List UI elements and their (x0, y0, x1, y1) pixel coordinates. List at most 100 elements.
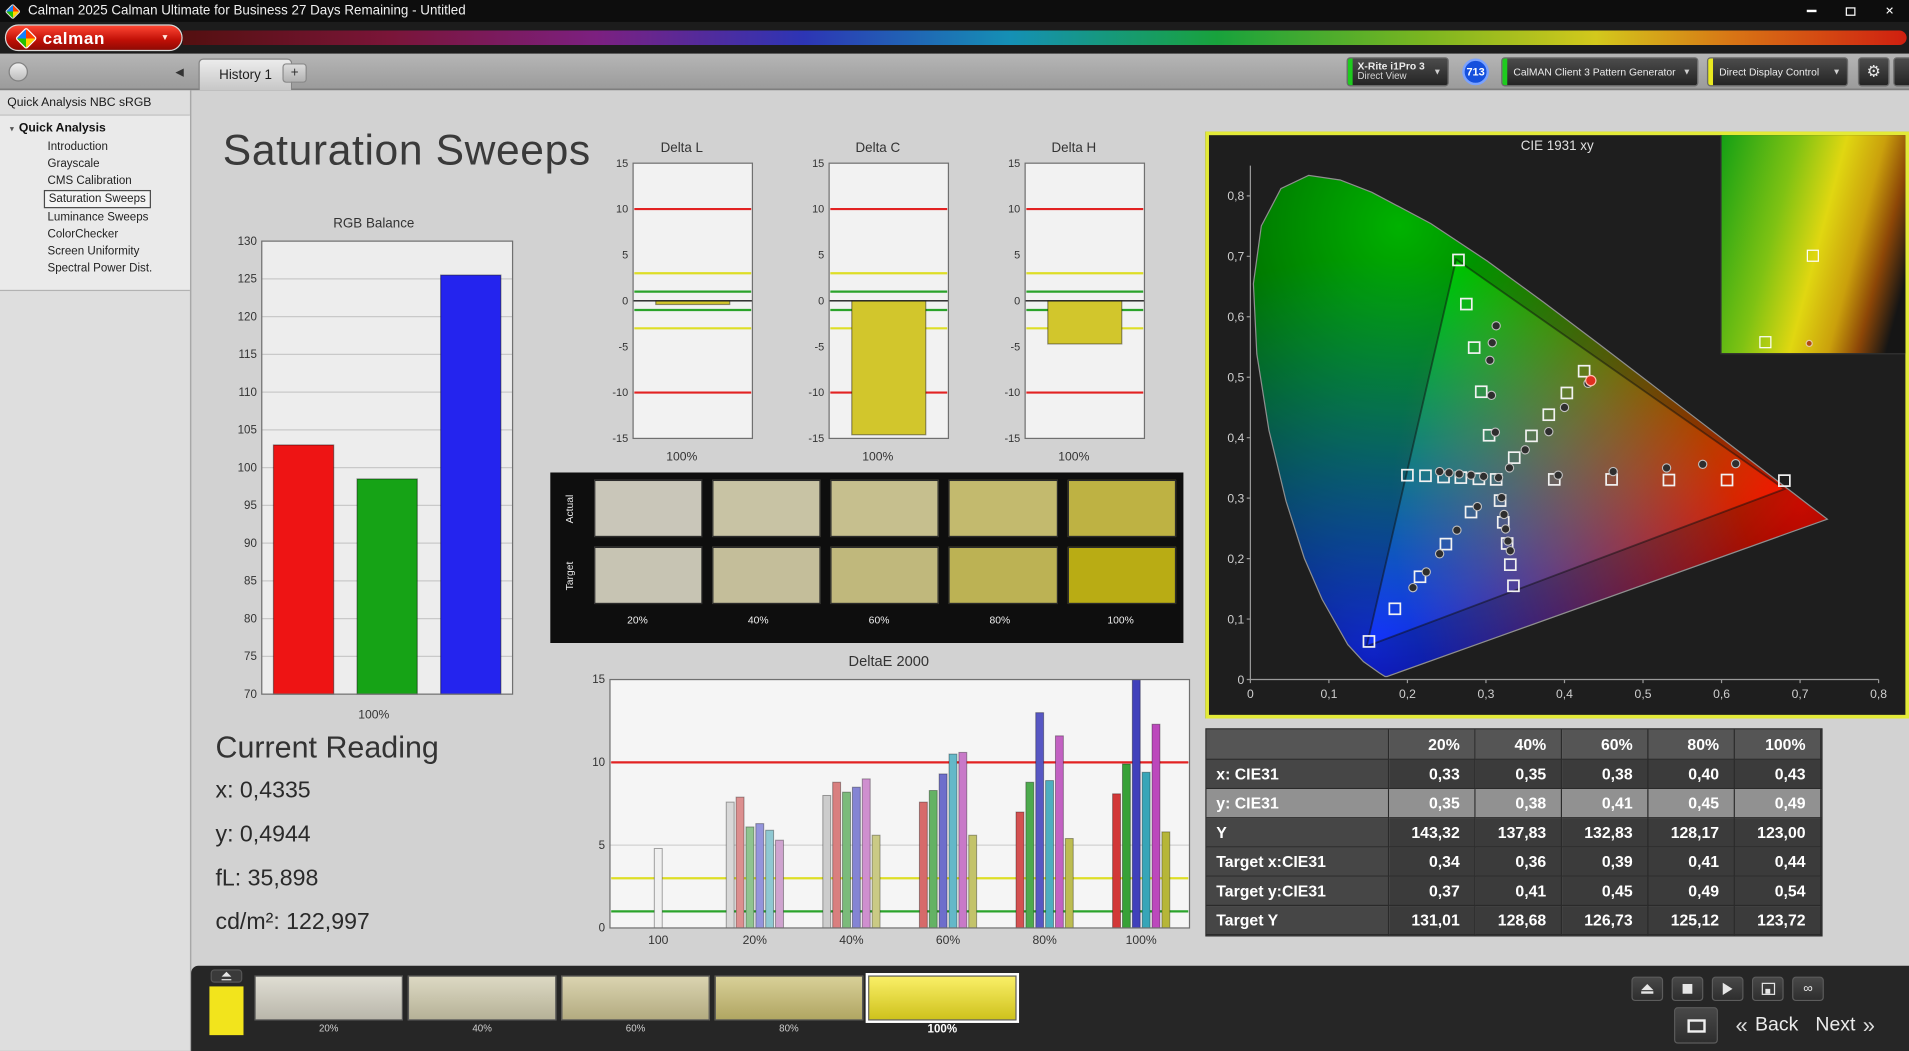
delta-l-chart: Delta L -15 -10 -5 0 5 10 15 100% (601, 141, 762, 464)
save-button[interactable] (1751, 976, 1784, 1002)
window-controls: ✕ (1792, 0, 1909, 22)
sidebar-root-item[interactable]: ▾ Quick Analysis (0, 119, 190, 137)
workflow-tree: ▾ Quick Analysis Introduction Grayscale CM… (0, 114, 190, 292)
nav-circle-button[interactable] (8, 62, 29, 82)
table-cell: 0,41 (1475, 876, 1563, 907)
chevron-down-icon: ▼ (1682, 67, 1692, 77)
maximize-button[interactable] (1831, 0, 1870, 22)
sidebar-item-saturation-sweeps[interactable]: Saturation Sweeps (43, 189, 151, 209)
svg-text:-15: -15 (808, 433, 824, 443)
table-col-header: 40% (1475, 729, 1563, 760)
table-row[interactable]: Target y:CIE31 0,37 0,41 0,45 0,49 0,54 (1206, 876, 1822, 907)
sidebar-collapse-button[interactable]: ◀ (170, 62, 188, 81)
minimize-icon (1806, 9, 1817, 13)
sidebar-item-colorchecker[interactable]: ColorChecker (44, 227, 122, 243)
pattern-window-button[interactable] (1674, 1007, 1719, 1044)
delta_c-plot: -15 -10 -5 0 5 10 15 (808, 158, 950, 445)
svg-text:115: 115 (238, 349, 256, 361)
cie-measured-marker (1491, 321, 1501, 331)
deltae-bar (1121, 763, 1131, 929)
pattern-swatch-color (865, 973, 1020, 1023)
svg-text:0,1: 0,1 (1227, 612, 1244, 626)
table-cell: 132,83 (1562, 818, 1649, 848)
eject-button[interactable] (1631, 976, 1664, 1002)
deltae-bar (871, 834, 881, 929)
pattern-swatch-color (714, 975, 864, 1021)
cie-measured-marker (1434, 549, 1445, 559)
table-cell: 0,34 (1389, 847, 1476, 877)
eject-icon (1641, 983, 1654, 995)
eject-mini-button[interactable] (210, 969, 243, 983)
table-cell: 137,83 (1475, 818, 1563, 848)
play-button[interactable] (1711, 976, 1744, 1002)
pattern-swatch-60%[interactable]: 60% (561, 975, 710, 1036)
saturation-swatch-grid: Actual Target 20% 40% 60% 80% 100% (550, 472, 1184, 643)
next-button[interactable]: Next » (1815, 1013, 1875, 1039)
table-row[interactable]: Target Y 131,01 128,68 126,73 125,12 123,72 (1206, 906, 1822, 936)
table-corner-cell (1206, 729, 1390, 760)
cie-measured-marker (1559, 402, 1570, 413)
meter-button[interactable]: X-Rite i1Pro 3 Direct View ▼ (1346, 57, 1449, 87)
deltae2000-plot: 0 5 10 15 100 20% 40% 60% 80% 100% (592, 674, 1191, 947)
table-row[interactable]: Y 143,32 137,83 132,83 128,17 123,00 (1206, 818, 1822, 848)
pattern-swatch-100%[interactable]: 100% (865, 973, 1020, 1036)
back-button[interactable]: « Back (1736, 1013, 1799, 1039)
sidebar-item-grayscale[interactable]: Grayscale (44, 156, 103, 172)
table-cell: 0,44 (1734, 847, 1822, 877)
svg-text:10: 10 (1008, 204, 1020, 216)
current-reading-title: Current Reading (215, 730, 439, 765)
pattern-swatch-80%[interactable]: 80% (714, 975, 864, 1036)
edge-partial-button[interactable] (1893, 57, 1909, 87)
rgb_balance-bar (356, 478, 418, 695)
calman-logo-button[interactable]: calman ▼ (4, 24, 183, 52)
table-row[interactable]: Target x:CIE31 0,34 0,36 0,39 0,41 0,44 (1206, 847, 1822, 877)
stop-button[interactable] (1671, 976, 1704, 1002)
tab-history-1[interactable]: History 1 (198, 58, 293, 91)
sidebar-item-introduction[interactable]: Introduction (44, 139, 112, 155)
sidebar-item-spectral-power-dist[interactable]: Spectral Power Dist. (44, 261, 156, 277)
svg-text:10: 10 (616, 204, 628, 216)
deltae-bar (958, 751, 968, 929)
sidebar-item-luminance-sweeps[interactable]: Luminance Sweeps (44, 209, 152, 225)
settings-gear-button[interactable]: ⚙ (1857, 57, 1890, 87)
pattern-swatch-20%[interactable]: 20% (254, 975, 403, 1036)
add-tab-button[interactable]: + (282, 63, 307, 83)
meter-count-badge[interactable]: 713 (1462, 58, 1490, 86)
svg-text:75: 75 (244, 651, 257, 663)
svg-text:0,6: 0,6 (1227, 310, 1244, 324)
table-row[interactable]: x: CIE31 0,33 0,35 0,38 0,40 0,43 (1206, 759, 1822, 790)
sidebar-item-screen-uniformity[interactable]: Screen Uniformity (44, 244, 143, 260)
display-control-button[interactable]: Direct Display Control ▼ (1706, 57, 1849, 87)
svg-text:15: 15 (616, 158, 628, 170)
link-button[interactable]: ∞ (1792, 976, 1824, 1002)
navigation-row: « Back Next » (1674, 1007, 1875, 1044)
pattern-swatch-color (561, 975, 710, 1021)
svg-text:0,6: 0,6 (1713, 687, 1730, 701)
calman-diamond-icon (14, 26, 38, 49)
delta_l-plot: -15 -10 -5 0 5 10 15 (612, 158, 754, 445)
pattern-source-button[interactable]: CalMAN Client 3 Pattern Generator ▼ (1501, 57, 1699, 87)
close-button[interactable]: ✕ (1870, 0, 1909, 22)
svg-text:5: 5 (818, 250, 824, 262)
svg-text:-15: -15 (1004, 433, 1020, 443)
target-swatch (1067, 546, 1177, 605)
pattern-swatch-color (407, 975, 557, 1021)
minimize-button[interactable] (1792, 0, 1831, 22)
svg-text:95: 95 (244, 500, 257, 512)
pattern-swatch-40%[interactable]: 40% (407, 975, 557, 1036)
table-cell: 0,49 (1734, 789, 1822, 819)
reading-x: x: 0,4335 (215, 778, 311, 804)
cie-measured-marker (1698, 459, 1708, 469)
eject-icon (221, 971, 232, 981)
svg-text:0: 0 (1238, 673, 1245, 687)
svg-text:0,7: 0,7 (1227, 250, 1244, 264)
svg-text:-15: -15 (612, 433, 628, 443)
svg-text:90: 90 (244, 538, 257, 550)
deltae-bar (1141, 771, 1151, 929)
cie-measured-marker (1444, 468, 1454, 478)
table-row[interactable]: y: CIE31 0,35 0,38 0,41 0,45 0,49 (1206, 789, 1822, 819)
delta_h-plot: -15 -10 -5 0 5 10 15 (1004, 158, 1146, 445)
sidebar-item-cms-calibration[interactable]: CMS Calibration (44, 173, 136, 189)
svg-text:10: 10 (592, 757, 605, 769)
table-cell: 0,41 (1562, 789, 1649, 819)
